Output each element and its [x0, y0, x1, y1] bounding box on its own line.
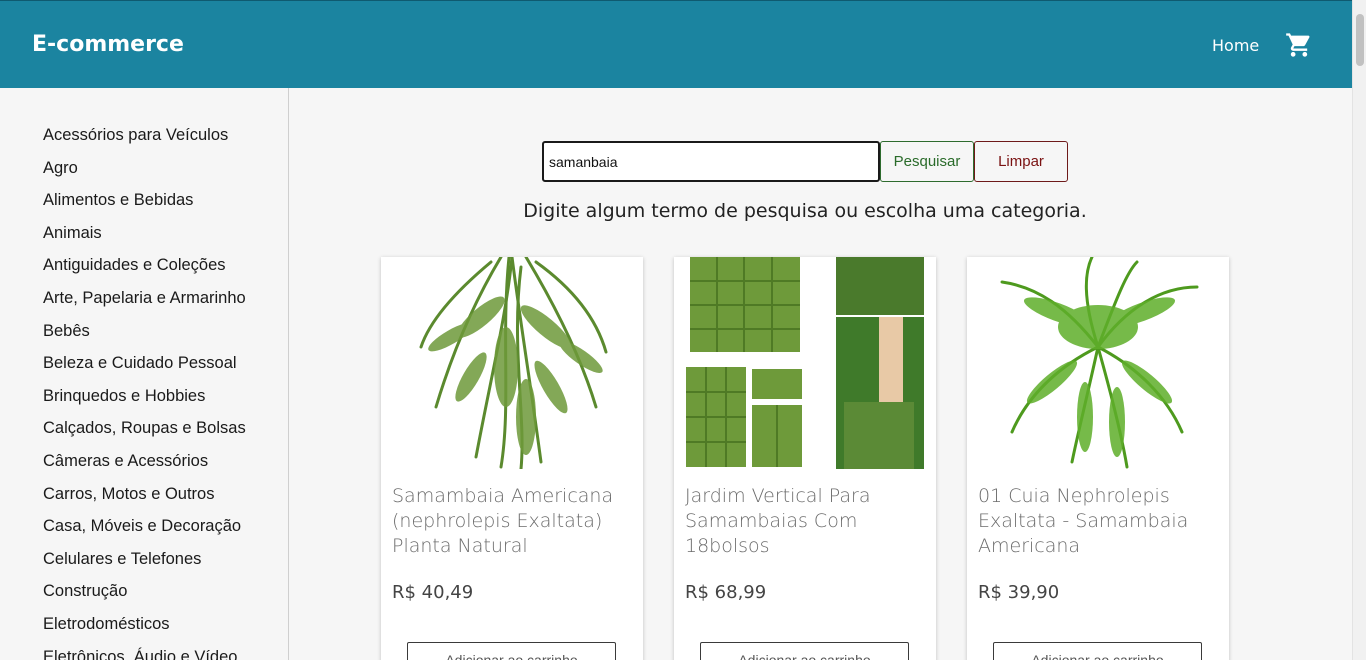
- category-item[interactable]: Animais: [43, 223, 246, 256]
- category-item[interactable]: Construção: [43, 581, 246, 614]
- nav-home-link[interactable]: Home: [1212, 36, 1259, 55]
- category-item[interactable]: Bebês: [43, 321, 246, 354]
- add-to-cart-button[interactable]: Adicionar ao carrinho: [407, 642, 616, 660]
- brand-logo[interactable]: E-commerce: [32, 32, 184, 57]
- product-price: R$ 39,90: [978, 582, 1060, 603]
- product-price: R$ 40,49: [392, 582, 474, 603]
- search-button[interactable]: Pesquisar: [880, 141, 974, 182]
- category-item[interactable]: Beleza e Cuidado Pessoal: [43, 353, 246, 386]
- product-price: R$ 68,99: [685, 582, 767, 603]
- shopping-cart-icon[interactable]: [1285, 31, 1313, 59]
- scrollbar-thumb[interactable]: [1356, 14, 1364, 66]
- category-item[interactable]: Agro: [43, 158, 246, 191]
- product-title[interactable]: Jardim Vertical Para Samambaias Com 18bo…: [685, 484, 925, 559]
- category-item[interactable]: Casa, Móveis e Decoração: [43, 516, 246, 549]
- category-item[interactable]: Eletrodomésticos: [43, 614, 246, 647]
- product-card: 01 Cuia Nephrolepis Exaltata - Samambaia…: [967, 257, 1229, 660]
- search-input[interactable]: [542, 141, 880, 182]
- add-to-cart-button[interactable]: Adicionar ao carrinho: [700, 642, 909, 660]
- search-hint: Digite algum termo de pesquisa ou escolh…: [523, 200, 1087, 222]
- category-item[interactable]: Arte, Papelaria e Armarinho: [43, 288, 246, 321]
- product-image[interactable]: [381, 257, 643, 469]
- category-item[interactable]: Eletrônicos, Áudio e Vídeo: [43, 647, 246, 660]
- category-item[interactable]: Câmeras e Acessórios: [43, 451, 246, 484]
- product-card: Samambaia Americana (nephrolepis Exaltat…: [381, 257, 643, 660]
- product-title[interactable]: 01 Cuia Nephrolepis Exaltata - Samambaia…: [978, 484, 1218, 559]
- category-item[interactable]: Acessórios para Veículos: [43, 125, 246, 158]
- top-navbar: E-commerce Home: [0, 0, 1352, 88]
- category-item[interactable]: Celulares e Telefones: [43, 549, 246, 582]
- page-scrollbar[interactable]: [1352, 0, 1366, 660]
- product-card: Jardim Vertical Para Samambaias Com 18bo…: [674, 257, 936, 660]
- add-to-cart-button[interactable]: Adicionar ao carrinho: [993, 642, 1202, 660]
- category-item[interactable]: Carros, Motos e Outros: [43, 484, 246, 517]
- category-item[interactable]: Brinquedos e Hobbies: [43, 386, 246, 419]
- category-item[interactable]: Calçados, Roupas e Bolsas: [43, 418, 246, 451]
- product-image[interactable]: [674, 257, 936, 469]
- product-title[interactable]: Samambaia Americana (nephrolepis Exaltat…: [392, 484, 632, 559]
- category-item[interactable]: Antiguidades e Coleções: [43, 255, 246, 288]
- clear-button[interactable]: Limpar: [974, 141, 1068, 182]
- category-sidebar: Acessórios para Veículos Agro Alimentos …: [0, 88, 289, 660]
- product-image[interactable]: [967, 257, 1229, 469]
- category-item[interactable]: Alimentos e Bebidas: [43, 190, 246, 223]
- category-list: Acessórios para Veículos Agro Alimentos …: [43, 125, 246, 660]
